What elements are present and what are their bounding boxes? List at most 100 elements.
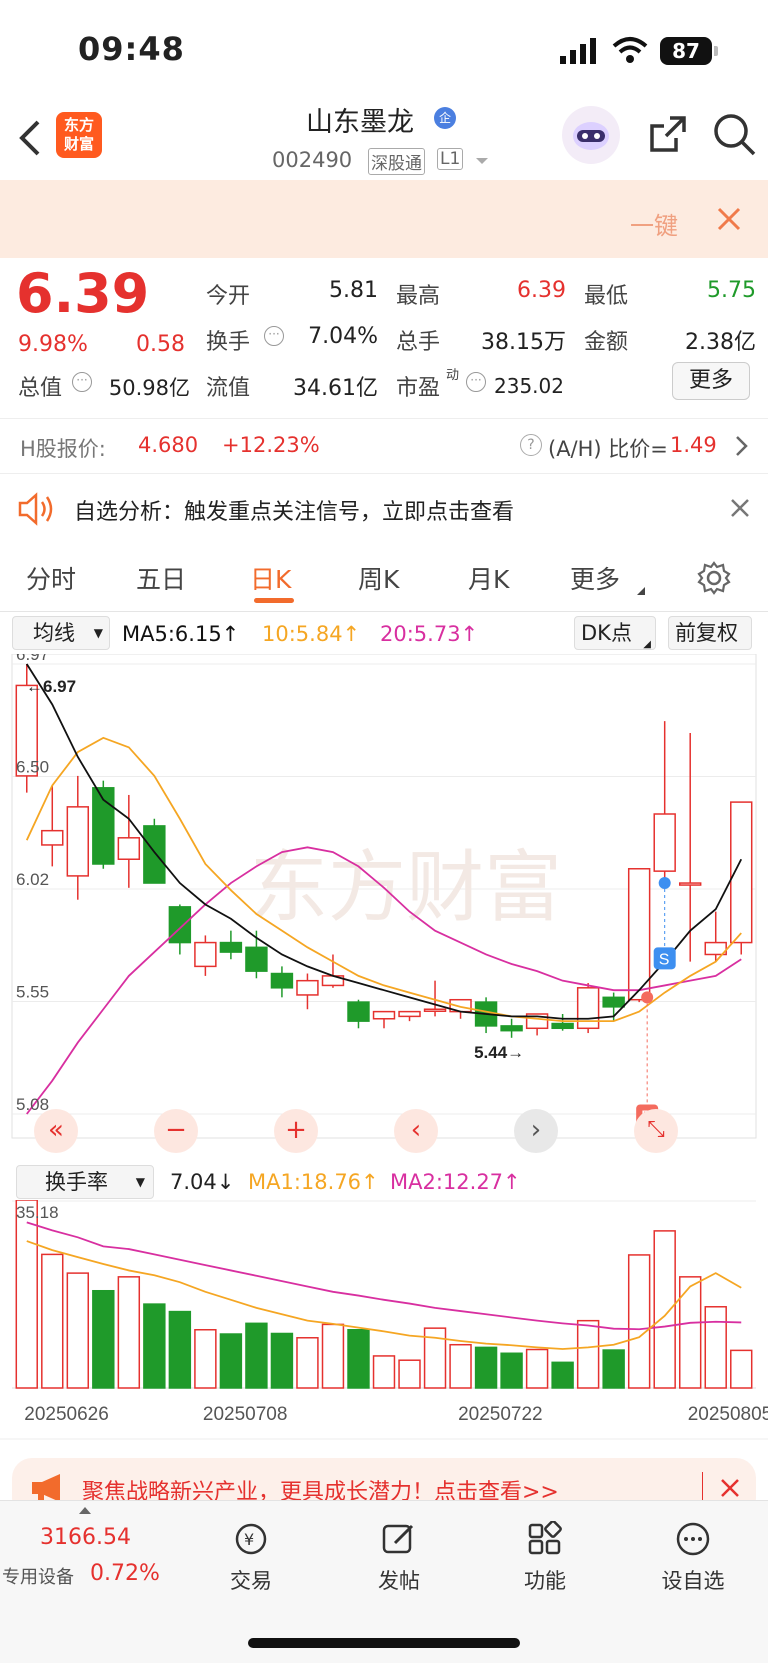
scroll-left-button[interactable]: ‹: [394, 1109, 438, 1153]
bottom-tab-bar: 3166.54 专用设备 0.72% ¥ 交易 发帖 功能 设自选: [0, 1500, 768, 1663]
volume-label: 总手: [396, 330, 441, 355]
divider: [702, 1472, 703, 1502]
turnover-bar: [321, 1323, 345, 1389]
trade-icon: ¥: [235, 1523, 267, 1555]
pe-label: 市盈: [396, 376, 441, 401]
dk-point-button[interactable]: DK点 ◢: [574, 616, 656, 650]
turnover-max-label: 35.18: [16, 1203, 59, 1222]
candle-body: [66, 806, 90, 877]
turnover-bar: [678, 1276, 702, 1389]
ma-indicator-row: 均线 ▼ MA5:6.15↑ 10:5.84↑ 20:5.73↑ DK点 ◢ 前…: [0, 614, 768, 654]
open-label: 今开: [206, 284, 251, 309]
turnover-bar: [117, 1276, 141, 1389]
tab-post[interactable]: 发帖: [344, 1521, 454, 1595]
pe-superscript: 动: [446, 368, 460, 383]
turnover-bar: [168, 1310, 192, 1389]
robot-assistant-icon[interactable]: [562, 106, 620, 164]
dropdown-arrow-icon: ▼: [93, 626, 103, 640]
candle-body: [398, 1010, 421, 1018]
back-icon[interactable]: [16, 118, 44, 158]
search-icon[interactable]: [712, 112, 758, 158]
tab-weekly-k[interactable]: 周K: [358, 560, 399, 596]
promo-text: 一键: [630, 212, 678, 240]
price-axis-label: 6.50: [16, 758, 49, 777]
candle-body: [219, 941, 243, 953]
scroll-left-far-button[interactable]: «: [34, 1109, 78, 1153]
zoom-in-button[interactable]: +: [274, 1109, 318, 1153]
change-percent: 9.98%: [18, 332, 88, 357]
candle-body: [602, 996, 625, 1008]
candle-body: [245, 946, 268, 972]
tab-trade[interactable]: ¥ 交易: [196, 1521, 306, 1595]
turnover-bar: [653, 1230, 676, 1389]
candle-body: [678, 882, 702, 886]
turnover-bar: [92, 1289, 115, 1389]
low-label: 最低: [584, 284, 629, 309]
triangle-icon: [637, 587, 645, 595]
ma5-value: MA5:6.15↑: [122, 622, 240, 646]
watermark: 东方财富: [250, 843, 562, 931]
wifi-icon: [612, 37, 648, 63]
kline-chart[interactable]: 东方财富 6.976.506.025.555.08 ←6.975.44→BS: [0, 654, 768, 1164]
battery-indicator: 87: [660, 37, 718, 65]
price-axis-label: 6.02: [16, 870, 49, 889]
turnover-bar: [474, 1346, 498, 1389]
pe-value: 235.02: [494, 374, 564, 398]
ma-selector[interactable]: 均线 ▼: [12, 616, 110, 650]
turnover-bar: [551, 1361, 574, 1389]
turnover-value: 7.04%: [308, 324, 378, 349]
scroll-right-button[interactable]: ›: [514, 1109, 558, 1153]
dropdown-icon[interactable]: [474, 156, 490, 166]
adjust-button[interactable]: 前复权: [668, 616, 752, 650]
enterprise-badge: 企: [434, 107, 456, 129]
price-axis-label: 5.55: [16, 983, 49, 1002]
app-logo: 东方 财富: [56, 112, 102, 158]
share-icon[interactable]: [646, 112, 690, 156]
tab-five-day[interactable]: 五日: [136, 560, 186, 596]
h-share-row[interactable]: H股报价: 4.680 +12.23% ? (A/H) 比价= 1.49: [0, 418, 768, 474]
turnover-bar: [576, 1319, 600, 1389]
turnover-selector[interactable]: 换手率 ▼: [16, 1165, 154, 1199]
candle-body: [143, 825, 166, 884]
close-icon[interactable]: [730, 498, 750, 518]
fullscreen-button[interactable]: ⤡: [634, 1109, 678, 1153]
tab-daily-k[interactable]: 日K: [250, 560, 291, 596]
turnover-label: 换手: [206, 330, 251, 355]
tab-add-watchlist[interactable]: 设自选: [638, 1521, 748, 1595]
settings-gear-icon[interactable]: [696, 560, 732, 596]
info-icon[interactable]: ···: [466, 372, 486, 392]
sell-marker-label: S: [659, 951, 670, 968]
more-dots-icon: [676, 1522, 710, 1556]
candle-body: [627, 868, 651, 1001]
tab-monthly-k[interactable]: 月K: [468, 560, 509, 596]
promo-banner[interactable]: 一键: [0, 180, 768, 258]
edit-icon: [382, 1524, 414, 1554]
amount-value: 2.38亿: [685, 330, 756, 355]
analysis-notice[interactable]: 自选分析：触发重点关注信号，立即点击查看: [0, 476, 768, 542]
close-icon[interactable]: [716, 206, 742, 232]
turnover-bar: [270, 1332, 294, 1389]
index-label: 专用设备: [2, 1567, 74, 1588]
turnover-bar: [296, 1337, 319, 1389]
tab-more[interactable]: 更多: [570, 560, 620, 596]
turnover-chart[interactable]: 35.18 20250626 20250708 20250722 20250805: [0, 1200, 768, 1440]
tab-functions[interactable]: 功能: [490, 1521, 600, 1595]
zoom-out-button[interactable]: −: [154, 1109, 198, 1153]
tab-minute[interactable]: 分时: [26, 560, 76, 596]
dropdown-arrow-icon: ▼: [135, 1175, 145, 1189]
candle-body: [347, 1001, 370, 1022]
ah-ratio-label: (A/H) 比价=: [548, 437, 668, 461]
close-icon[interactable]: [720, 1478, 740, 1498]
turnover-bar: [704, 1306, 727, 1389]
help-icon[interactable]: ?: [520, 434, 542, 456]
home-indicator: [248, 1638, 520, 1648]
info-icon[interactable]: ···: [72, 372, 92, 392]
index-value[interactable]: 3166.54: [40, 1525, 131, 1550]
notice-text: 自选分析：触发重点关注信号，立即点击查看: [74, 500, 515, 525]
date-label: 20250805: [688, 1404, 768, 1425]
turnover-bar: [66, 1272, 90, 1389]
more-button[interactable]: 更多: [672, 362, 750, 400]
info-icon[interactable]: ···: [264, 326, 284, 346]
status-bar: 09:48 87: [0, 0, 768, 100]
ma20-value: 20:5.73↑: [380, 622, 479, 646]
